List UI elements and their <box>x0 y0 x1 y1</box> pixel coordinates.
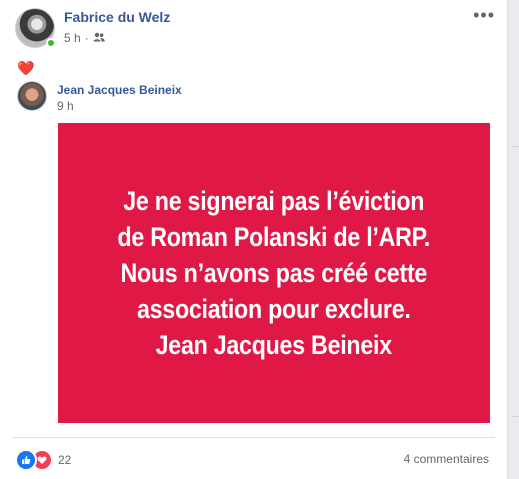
post-time[interactable]: 5 h <box>64 31 81 45</box>
edge-divider <box>513 146 519 147</box>
edge-divider <box>513 416 519 417</box>
friends-icon[interactable] <box>93 31 105 45</box>
meta-separator: · <box>84 31 89 45</box>
shared-author-name[interactable]: Jean Jacques Beineix <box>57 83 182 97</box>
reactions-summary[interactable]: 22 <box>15 449 71 471</box>
post-card: Fabrice du Welz 5 h · ••• ❤️ Jean Jacque… <box>0 0 508 479</box>
footer-divider <box>12 437 495 438</box>
quote-text: Je ne signerai pas l’éviction de Roman P… <box>118 183 431 363</box>
quote-line: Je ne signerai pas l’éviction <box>123 186 425 216</box>
shared-post-time[interactable]: 9 h <box>57 99 74 113</box>
quote-line: Jean Jacques Beineix <box>155 330 393 360</box>
heart-emoji: ❤️ <box>17 60 35 76</box>
online-status-indicator <box>46 38 56 48</box>
quote-line: association pour exclure. <box>137 294 411 324</box>
post-meta: 5 h · <box>64 31 105 45</box>
quote-image[interactable]: Je ne signerai pas l’éviction de Roman P… <box>58 123 490 423</box>
author-name[interactable]: Fabrice du Welz <box>64 9 170 25</box>
more-options-button[interactable]: ••• <box>473 6 495 24</box>
comments-count-link[interactable]: 4 commentaires <box>404 452 489 466</box>
reaction-count[interactable]: 22 <box>58 453 71 467</box>
shared-author-avatar[interactable] <box>17 81 47 111</box>
quote-line: de Roman Polanski de l’ARP. <box>117 222 431 252</box>
quote-line: Nous n’avons pas créé cette <box>120 258 428 288</box>
page-background-edge <box>509 0 519 479</box>
like-icon[interactable] <box>15 449 37 471</box>
